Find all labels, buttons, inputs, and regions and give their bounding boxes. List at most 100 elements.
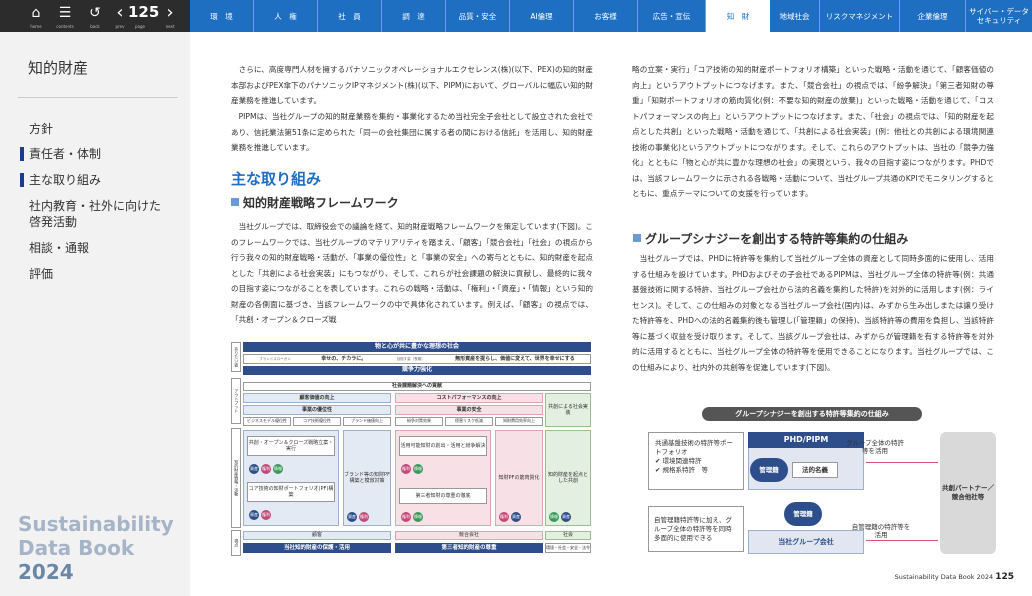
back-icon[interactable]: ↺ [85, 4, 105, 22]
fig1-side-output: アウトプット [231, 378, 241, 424]
fig1-mission: 幸せの、チカラに。 [321, 355, 367, 362]
fig2-title: グループシナジーを創出する特許等集約の仕組み [702, 407, 922, 421]
fig1-kpi-dispute: 紛争対策効果 [395, 417, 443, 426]
nav-advertising[interactable]: 広告・宣伝 [638, 0, 706, 32]
patent-consolidation-diagram: グループシナジーを創出する特許等集約の仕組み 共通基盤技術の特許等ポートフォリオ… [640, 402, 1000, 562]
prev-page-icon[interactable]: ‹ [110, 4, 130, 22]
fig2-own-patents: 自管理籍特許等に加え、グループ全体の特許等を同時多面的に使用できる [648, 506, 744, 552]
fig1-activity-dispute: 活用可能知財の創出・活用と紛争解決 [399, 436, 487, 456]
contents-label: contents [56, 24, 74, 29]
nav-procurement[interactable]: 調 達 [382, 0, 446, 32]
fig1-right-dot-6: 権利 [499, 512, 509, 522]
fig1-right-dot-3: 権利 [359, 512, 369, 522]
fig1-right-dot: 権利 [261, 464, 271, 474]
fig1-asset-dot-7: 資産 [561, 512, 571, 522]
fig1-kpi-brand: ブランド価値向上 [343, 417, 391, 426]
fig1-kpi-business-model: ビジネスモデル優位性 [243, 417, 291, 426]
fig1-activity-third-party: 第三者知財の尊重の徹底 [399, 488, 487, 504]
fig1-activity-open-close: 共創・オープン＆クローズ戦略立案・実行 [247, 436, 335, 456]
fig1-view-society: 社会 [545, 531, 591, 540]
fig1-info-dot-7: 情報 [549, 512, 559, 522]
sidebar-item-initiatives[interactable]: 主な取り組み [19, 172, 101, 188]
page-label: page [135, 24, 145, 29]
fig1-base-respect: 第三者知的財産の尊重 [395, 543, 543, 553]
fig2-arrow-bot-label: 自管理籍の特許等を活用 [851, 523, 911, 539]
fig2-partners: 共創パートナー／競合他社等 [940, 432, 996, 554]
footer-page-number: 125 [995, 572, 1014, 582]
top-toolbar: ⌂ home ☰ contents ↺ back ‹ prev 125 page… [0, 0, 190, 32]
paragraph-framework-cont: 略の立案・実行」「コア技術の知的財産ポートフォリオ構築」といった戦略・活動を通じ… [632, 65, 994, 198]
fig1-info-dot: 情報 [273, 464, 283, 474]
sidebar-item-education[interactable]: 社内教育・社外に向けた [29, 198, 161, 214]
sidebar-item-organization[interactable]: 責任者・体制 [19, 146, 101, 162]
footer-book-title: Sustainability Data Book 2024 [894, 573, 994, 581]
sidebar-item-consultation[interactable]: 相談・通報 [29, 240, 89, 256]
sidebar-divider [18, 97, 178, 98]
nav-business-ethics[interactable]: 企業倫理 [900, 0, 966, 32]
page-number: 125 [128, 3, 160, 21]
heading-main-initiatives: 主な取り組み [231, 170, 322, 188]
nav-risk-management[interactable]: リスクマネジメント [820, 0, 900, 32]
sidebar-item-evaluation[interactable]: 評価 [29, 266, 53, 282]
fig1-asset-dot: 資産 [249, 464, 259, 474]
fig1-business-safety: 事業の安全 [395, 405, 543, 415]
brand-line1: Sustainability [18, 512, 174, 536]
next-label: next [165, 24, 175, 29]
paragraph-group-synergy: 当社グループでは、PHDに特許等を集約して当社グループ全体の資産として同時多面的… [632, 254, 994, 372]
nav-quality-safety[interactable]: 品質・安全 [446, 0, 510, 32]
square-bullet-icon [231, 198, 239, 206]
fig1-side-aspiration: ありたい姿 [231, 342, 241, 372]
fig2-common-patents: 共通基盤技術の特許等ポートフォリオ ✔ 環境関連特許 ✔ 規格系特許 等 [648, 432, 744, 490]
fig1-info-dot-5: 情報 [413, 512, 423, 522]
nav-customers[interactable]: お客様 [574, 0, 638, 32]
fig1-kpi-core-tech: コア技術優位性 [293, 417, 341, 426]
fig1-cost-performance: コストパフォーマンスの向上 [395, 393, 543, 403]
heading-framework: 知的財産戦略フレームワーク [231, 194, 399, 211]
fig1-base-protect: 当社知的財産の保護・活用 [243, 543, 391, 553]
fig1-activity-core-pf: コア技術の知財ポートフォリオ(PF)構築 [247, 482, 335, 502]
fig1-compete: 競争力強化 [243, 366, 591, 375]
square-bullet-icon [633, 234, 641, 242]
nav-employees[interactable]: 社 員 [318, 0, 382, 32]
nav-human-rights[interactable]: 人 権 [254, 0, 318, 32]
fig1-view-competitor: 競合会社 [395, 531, 543, 540]
paragraph-pex: さらに、高度専門人材を擁するパナソニックオペレーショナルエクセレンス(株)(以下… [231, 65, 593, 105]
framework-diagram: ありたい姿 アウトプット 知的財産戦略・活動 視点 物と心が共に豊かな理想の社会… [231, 342, 591, 558]
fig2-arrow-bot [866, 540, 938, 541]
nav-community[interactable]: 地域社会 [770, 0, 820, 32]
nav-environment[interactable]: 環 境 [190, 0, 254, 32]
fig2-legal-title: 法的名義 [792, 462, 838, 478]
fig1-mission-tag: ブランドスローガン [259, 356, 291, 361]
fig2-arrow-top-label: グループ全体の特許等を活用 [845, 439, 905, 455]
fig1-side-viewpoint: 視点 [231, 530, 241, 556]
fig1-right-dot-5: 権利 [401, 512, 411, 522]
nav-cyber-security[interactable]: サイバー・データ セキュリティ [966, 0, 1032, 32]
contents-icon[interactable]: ☰ [55, 4, 75, 22]
fig2-arrow-top [866, 462, 938, 463]
left-panel: ⌂ home ☰ contents ↺ back ‹ prev 125 page… [0, 0, 190, 596]
home-icon[interactable]: ⌂ [26, 4, 46, 22]
fig1-kpi-infringement: 侵害リスク低減 [445, 417, 493, 426]
nav-ai-ethics[interactable]: AI倫理 [510, 0, 574, 32]
fig2-common-patents-label: 共通基盤技術の特許等ポートフォリオ [655, 439, 733, 456]
nav-intellectual-property[interactable]: 知 財 [706, 0, 770, 32]
brand-logo: Sustainability Data Book 2024 [18, 512, 174, 584]
fig1-purpose-tag: 目指す姿（長期） [396, 356, 425, 361]
fig1-right-dot-2: 権利 [261, 510, 271, 520]
fig2-mgmt-badge-2: 管理籍 [784, 502, 822, 526]
fig1-side-strategy: 知的財産戦略・活動 [231, 428, 241, 528]
section-title: 知的財産 [28, 59, 89, 77]
fig1-social-contribution: 社会課題解決への貢献 [243, 382, 591, 391]
sidebar-item-education-2[interactable]: 啓発活動 [29, 214, 77, 230]
brand-year: 2024 [18, 560, 74, 584]
fig1-business-advantage: 事業の優位性 [243, 405, 391, 415]
heading-framework-text: 知的財産戦略フレームワーク [243, 196, 399, 210]
fig1-view-customer: 顧客 [243, 531, 391, 540]
fig1-asset-dot-2: 資産 [249, 510, 259, 520]
fig1-right-dot-4: 権利 [401, 464, 411, 474]
next-page-icon[interactable]: › [160, 4, 180, 22]
sidebar-item-policy[interactable]: 方針 [29, 121, 53, 137]
heading-group-synergy-text: グループシナジーを創出する特許等集約の仕組み [645, 232, 909, 246]
fig2-group-company: 当社グループ会社 [748, 530, 864, 554]
fig1-cocreation: 共創による社会実装 [545, 393, 591, 427]
